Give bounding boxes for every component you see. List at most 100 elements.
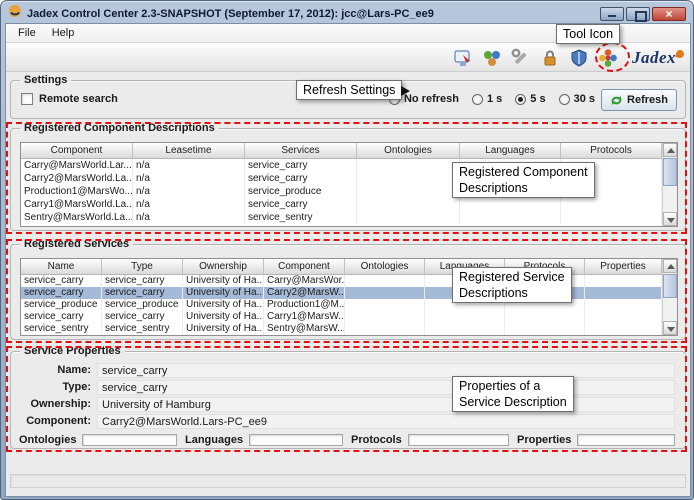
name-value: service_carry [97, 363, 675, 378]
close-button[interactable] [652, 7, 686, 21]
table-cell [357, 159, 460, 172]
scroll-down-button[interactable] [663, 321, 677, 335]
table-cell [345, 323, 425, 335]
platform-icon[interactable] [450, 45, 476, 71]
column-header-type[interactable]: Type [102, 259, 183, 275]
down-arrow-icon [667, 218, 675, 223]
radio-label: 1 s [487, 93, 502, 105]
table-cell [425, 323, 505, 335]
languages-list[interactable] [249, 434, 343, 446]
table-cell: service_produce [245, 185, 357, 198]
property-group-properties: Properties [517, 433, 675, 447]
window-title: Jadex Control Center 2.3-SNAPSHOT (Septe… [27, 8, 595, 20]
scroll-up-button[interactable] [663, 259, 677, 273]
scroll-up-button[interactable] [663, 143, 677, 157]
table-cell: n/a [133, 159, 245, 172]
table-cell: Carry@MarsWor... [264, 275, 345, 287]
table-row[interactable]: service_carryservice_carryUniversity of … [21, 311, 662, 323]
annotation-services-label: Registered Service Descriptions [452, 267, 572, 303]
table-cell: service_carry [245, 172, 357, 185]
table-cell: Production1@MarsWo... [21, 185, 133, 198]
table-cell: University of Ha... [183, 323, 264, 335]
vertical-scrollbar[interactable] [662, 143, 677, 226]
table-cell: service_carry [21, 275, 102, 287]
group-label: Properties [517, 434, 571, 446]
table-cell [345, 275, 425, 287]
table-cell [561, 198, 662, 211]
maximize-button[interactable] [626, 7, 650, 21]
column-header-properties[interactable]: Properties [585, 259, 662, 275]
remote-search-option[interactable]: Remote search [21, 93, 118, 105]
column-header-ontologies[interactable]: Ontologies [345, 259, 425, 275]
services-panel: Registered Services NameTypeOwnershipCom… [10, 244, 686, 340]
refresh-button[interactable]: Refresh [601, 89, 677, 111]
menu-file[interactable]: File [10, 25, 44, 41]
table-cell [357, 211, 460, 224]
table-cell: Carry1@MarsW... [264, 311, 345, 323]
scrollbar-thumb[interactable] [663, 274, 677, 298]
type-value: service_carry [97, 380, 675, 395]
column-header-protocols[interactable]: Protocols [561, 143, 662, 159]
refresh-interval-group: No refresh1 s5 s30 s [389, 93, 595, 105]
scroll-down-button[interactable] [663, 212, 677, 226]
radio-icon [472, 94, 483, 105]
table-cell: service_sentry [102, 323, 183, 335]
refresh-option-30-s[interactable]: 30 s [559, 93, 595, 105]
column-header-leasetime[interactable]: Leasetime [133, 143, 245, 159]
table-cell: service_carry [245, 198, 357, 211]
properties-list[interactable] [577, 434, 675, 446]
components-panel-title: Registered Component Descriptions [20, 122, 219, 134]
table-row[interactable]: service_sentryservice_sentryUniversity o… [21, 323, 662, 335]
table-cell: Carry1@MarsWorld.La... [21, 198, 133, 211]
table-cell: service_carry [245, 159, 357, 172]
table-cell: service_carry [102, 311, 183, 323]
column-header-ontologies[interactable]: Ontologies [357, 143, 460, 159]
table-cell [585, 299, 662, 311]
protocols-list[interactable] [408, 434, 509, 446]
annotation-tool-icon-label: Tool Icon [556, 24, 620, 44]
tool-icon[interactable] [595, 45, 621, 71]
lock-icon[interactable] [537, 45, 563, 71]
jadex-logo: Jadex [632, 48, 684, 68]
table-cell [561, 211, 662, 224]
agents-icon[interactable] [479, 45, 505, 71]
table-row[interactable]: Carry1@MarsWorld.La...n/aservice_carry [21, 198, 662, 211]
refresh-button-label: Refresh [627, 94, 668, 106]
component-label: Component: [19, 414, 97, 429]
refresh-option-1-s[interactable]: 1 s [472, 93, 502, 105]
column-header-services[interactable]: Services [245, 143, 357, 159]
menu-help[interactable]: Help [44, 25, 83, 41]
remote-search-checkbox[interactable] [21, 93, 33, 105]
status-bar [10, 474, 686, 488]
services-panel-title: Registered Services [20, 238, 133, 250]
column-header-languages[interactable]: Languages [460, 143, 561, 159]
services-table: NameTypeOwnershipComponentOntologiesLang… [20, 258, 678, 336]
table-cell: Carry2@MarsW... [264, 287, 345, 299]
refresh-option-5-s[interactable]: 5 s [515, 93, 545, 105]
scrollbar-thumb[interactable] [663, 158, 677, 186]
column-header-component[interactable]: Component [264, 259, 345, 275]
shield-icon[interactable] [566, 45, 592, 71]
service-properties-title: Service Properties [20, 345, 125, 357]
titlebar[interactable]: Jadex Control Center 2.3-SNAPSHOT (Septe… [8, 4, 686, 23]
table-cell: service_carry [21, 311, 102, 323]
table-cell: n/a [133, 198, 245, 211]
property-row-type: Type: service_carry [19, 380, 675, 395]
column-header-ownership[interactable]: Ownership [183, 259, 264, 275]
table-cell: service_carry [102, 287, 183, 299]
group-label: Protocols [351, 434, 402, 446]
vertical-scrollbar[interactable] [662, 259, 677, 335]
property-row-name: Name: service_carry [19, 363, 675, 378]
table-row[interactable]: Sentry@MarsWorld.La...n/aservice_sentry [21, 211, 662, 224]
type-label: Type: [19, 380, 97, 395]
table-cell [425, 311, 505, 323]
column-header-name[interactable]: Name [21, 259, 102, 275]
jadex-logo-text: Jadex [632, 48, 676, 67]
minimize-button[interactable] [600, 7, 624, 21]
wrench-icon[interactable] [508, 45, 534, 71]
annotation-refresh-settings-label: Refresh Settings [296, 80, 402, 100]
ontologies-list[interactable] [82, 434, 177, 446]
column-header-component[interactable]: Component [21, 143, 133, 159]
table-cell [585, 287, 662, 299]
table-cell: Carry@MarsWorld.Lar... [21, 159, 133, 172]
